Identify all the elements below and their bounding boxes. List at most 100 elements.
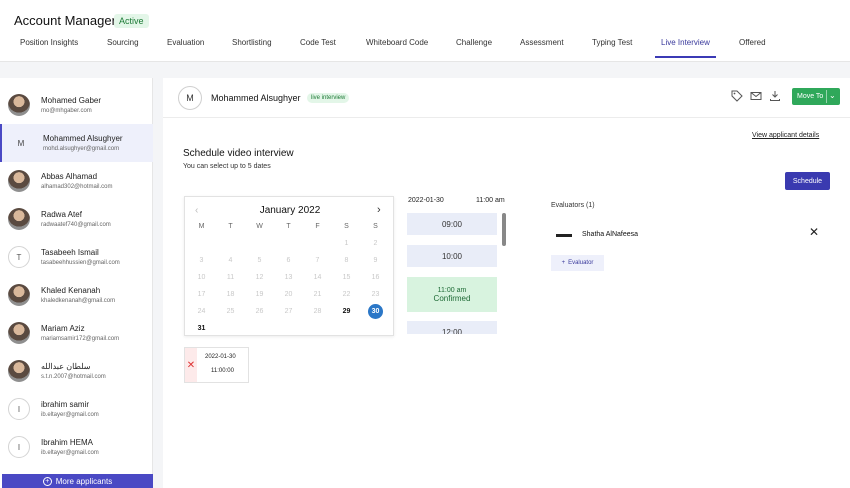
- applicant-name: Radwa Atef: [41, 210, 82, 219]
- applicant-name: Mohammed Alsughyer: [211, 93, 301, 103]
- applicant-name: Mariam Aziz: [41, 324, 85, 333]
- download-icon[interactable]: [769, 90, 781, 102]
- time-slot[interactable]: 12:00: [407, 321, 497, 334]
- weekday-label: M: [198, 223, 205, 230]
- tag-icon[interactable]: [731, 90, 743, 102]
- remove-date-icon[interactable]: ✕: [185, 348, 197, 382]
- applicant-item[interactable]: I Ibrahim HEMA ib.eltayer@gmail.com: [0, 428, 153, 466]
- calendar-day[interactable]: 31: [187, 320, 216, 337]
- applicant-item[interactable]: Mariam Aziz mariamsamir172@gmail.com: [0, 314, 153, 352]
- slot-date: 2022-01-30: [408, 197, 444, 204]
- applicant-name: Tasabeeh Ismail: [41, 248, 99, 257]
- calendar-day[interactable]: 29: [332, 303, 361, 320]
- applicant-email: s.t.n.2007@hotmail.com: [41, 374, 106, 380]
- calendar-day: 18: [226, 291, 235, 298]
- calendar-day: 9: [373, 257, 378, 264]
- calendar-day: 22: [342, 291, 351, 298]
- mail-icon[interactable]: [750, 90, 762, 102]
- applicant-name: Mohammed Alsughyer: [43, 134, 123, 143]
- button-divider: [826, 90, 827, 103]
- tab-code-test[interactable]: Code Test: [300, 38, 336, 58]
- calendar-day: 16: [371, 274, 380, 281]
- applicant-item[interactable]: T Tasabeeh Ismail tasabeehhussien@gmail.co…: [0, 238, 153, 276]
- applicant-name: Mohamed Gaber: [41, 96, 102, 105]
- tab-challenge[interactable]: Challenge: [456, 38, 492, 58]
- applicant-email: ib.eltayer@gmail.com: [41, 412, 99, 418]
- calendar-day: 3: [199, 257, 204, 264]
- applicant-item[interactable]: Radwa Atef radwaatef740@gmail.com: [0, 200, 153, 238]
- view-applicant-details-link[interactable]: View applicant details: [752, 132, 819, 139]
- time-slot[interactable]: 10:00: [407, 245, 497, 267]
- tab-live-interview[interactable]: Live Interview: [655, 38, 716, 58]
- applicant-name: Khaled Kenanah: [41, 286, 101, 295]
- tab-position-insights[interactable]: Position Insights: [20, 38, 78, 58]
- calendar-day: 25: [226, 308, 235, 315]
- time-slot[interactable]: 11:00 am Confirmed: [407, 277, 497, 312]
- calendar-day: 13: [284, 274, 293, 281]
- calendar-day: 4: [228, 257, 233, 264]
- tab-evaluation[interactable]: Evaluation: [167, 38, 204, 58]
- weekday-label: S: [373, 223, 378, 230]
- page-title: Account Manager: [14, 13, 116, 28]
- tab-shortlisting[interactable]: Shortlisting: [232, 38, 272, 58]
- applicant-email: tasabeehhussien@gmail.com: [41, 260, 120, 266]
- time-slot-label: 09:00: [441, 219, 463, 229]
- applicant-item[interactable]: M Mohammed Alsughyer mohd.alsughyer@gmail.…: [0, 124, 153, 162]
- calendar-day: 28: [313, 308, 322, 315]
- tab-typing-test[interactable]: Typing Test: [592, 38, 632, 58]
- time-slot-scrollbar[interactable]: [502, 213, 506, 246]
- calendar-day: 2: [373, 240, 378, 247]
- plus-icon: +: [561, 260, 566, 266]
- calendar-day-selected[interactable]: 30: [361, 303, 390, 320]
- calendar-day: 27: [284, 308, 293, 315]
- tab-bar: Position Insights Sourcing Evaluation Short…: [0, 38, 850, 60]
- tab-assessment[interactable]: Assessment: [520, 38, 564, 58]
- tab-whiteboard-code[interactable]: Whiteboard Code: [366, 38, 428, 58]
- applicant-name: Abbas Alhamad: [41, 172, 98, 181]
- applicant-item[interactable]: Mohamed Gaber mo@mhgaber.com: [0, 86, 153, 124]
- calendar-day: 23: [371, 291, 380, 298]
- time-slot-label: 11:00 am: [437, 286, 467, 294]
- calendar-day: 15: [342, 274, 351, 281]
- applicant-item[interactable]: Khaled Kenanah khaledkenanah@gmail.com: [0, 276, 153, 314]
- chevron-down-icon: ⌄: [829, 91, 836, 100]
- evaluator-avatar: [556, 234, 572, 237]
- time-slot-status: Confirmed: [433, 293, 471, 303]
- calendar-day: 10: [197, 274, 206, 281]
- header-divider: [163, 117, 850, 118]
- plus-icon: +: [42, 476, 52, 486]
- add-evaluator-button[interactable]: + Evaluator: [551, 255, 604, 271]
- next-month-icon[interactable]: ›: [377, 204, 381, 216]
- schedule-button[interactable]: Schedule: [785, 172, 830, 190]
- selected-time: 11:00:00: [211, 368, 234, 374]
- tab-offered[interactable]: Offered: [739, 38, 766, 58]
- avatar: [8, 322, 30, 344]
- stage-badge: live interview: [307, 93, 350, 103]
- applicant-email: mohd.alsughyer@gmail.com: [43, 146, 120, 152]
- evaluators-title: Evaluators (1): [551, 202, 595, 209]
- more-applicants-label: More applicants: [55, 476, 113, 486]
- applicant-email: alhamad302@hotmail.com: [41, 184, 113, 190]
- avatar: M: [17, 138, 25, 148]
- main-panel: M Mohammed Alsughyer live interview Move…: [163, 78, 850, 488]
- applicant-item[interactable]: سلطان عبدالله s.t.n.2007@hotmail.com: [0, 352, 153, 390]
- avatar: I: [8, 398, 30, 420]
- tab-sourcing[interactable]: Sourcing: [107, 38, 139, 58]
- applicant-item[interactable]: Iibrahim samir ib.eltayer@gmail.com: [0, 390, 153, 428]
- calendar-day: 12: [255, 274, 264, 281]
- avatar: T: [8, 246, 30, 268]
- weekday-label: T: [228, 223, 233, 230]
- time-slot[interactable]: 09:00: [407, 213, 497, 235]
- applicant-email: khaledkenanah@gmail.com: [41, 298, 116, 304]
- move-to-button[interactable]: Move To ⌄: [792, 88, 840, 105]
- applicant-email: ib.eltayer@gmail.com: [41, 450, 99, 456]
- slot-time: 11:00 am: [476, 197, 505, 204]
- weekday-label: W: [256, 223, 263, 230]
- remove-evaluator-icon[interactable]: ✕: [809, 225, 819, 239]
- applicant-email: mo@mhgaber.com: [41, 108, 92, 114]
- applicant-item[interactable]: Abbas Alhamad alhamad302@hotmail.com: [0, 162, 153, 200]
- calendar-day: 6: [286, 257, 291, 264]
- more-applicants-button[interactable]: + More applicants: [2, 474, 153, 488]
- move-to-label: Move To: [797, 93, 824, 100]
- avatar: I: [8, 436, 30, 458]
